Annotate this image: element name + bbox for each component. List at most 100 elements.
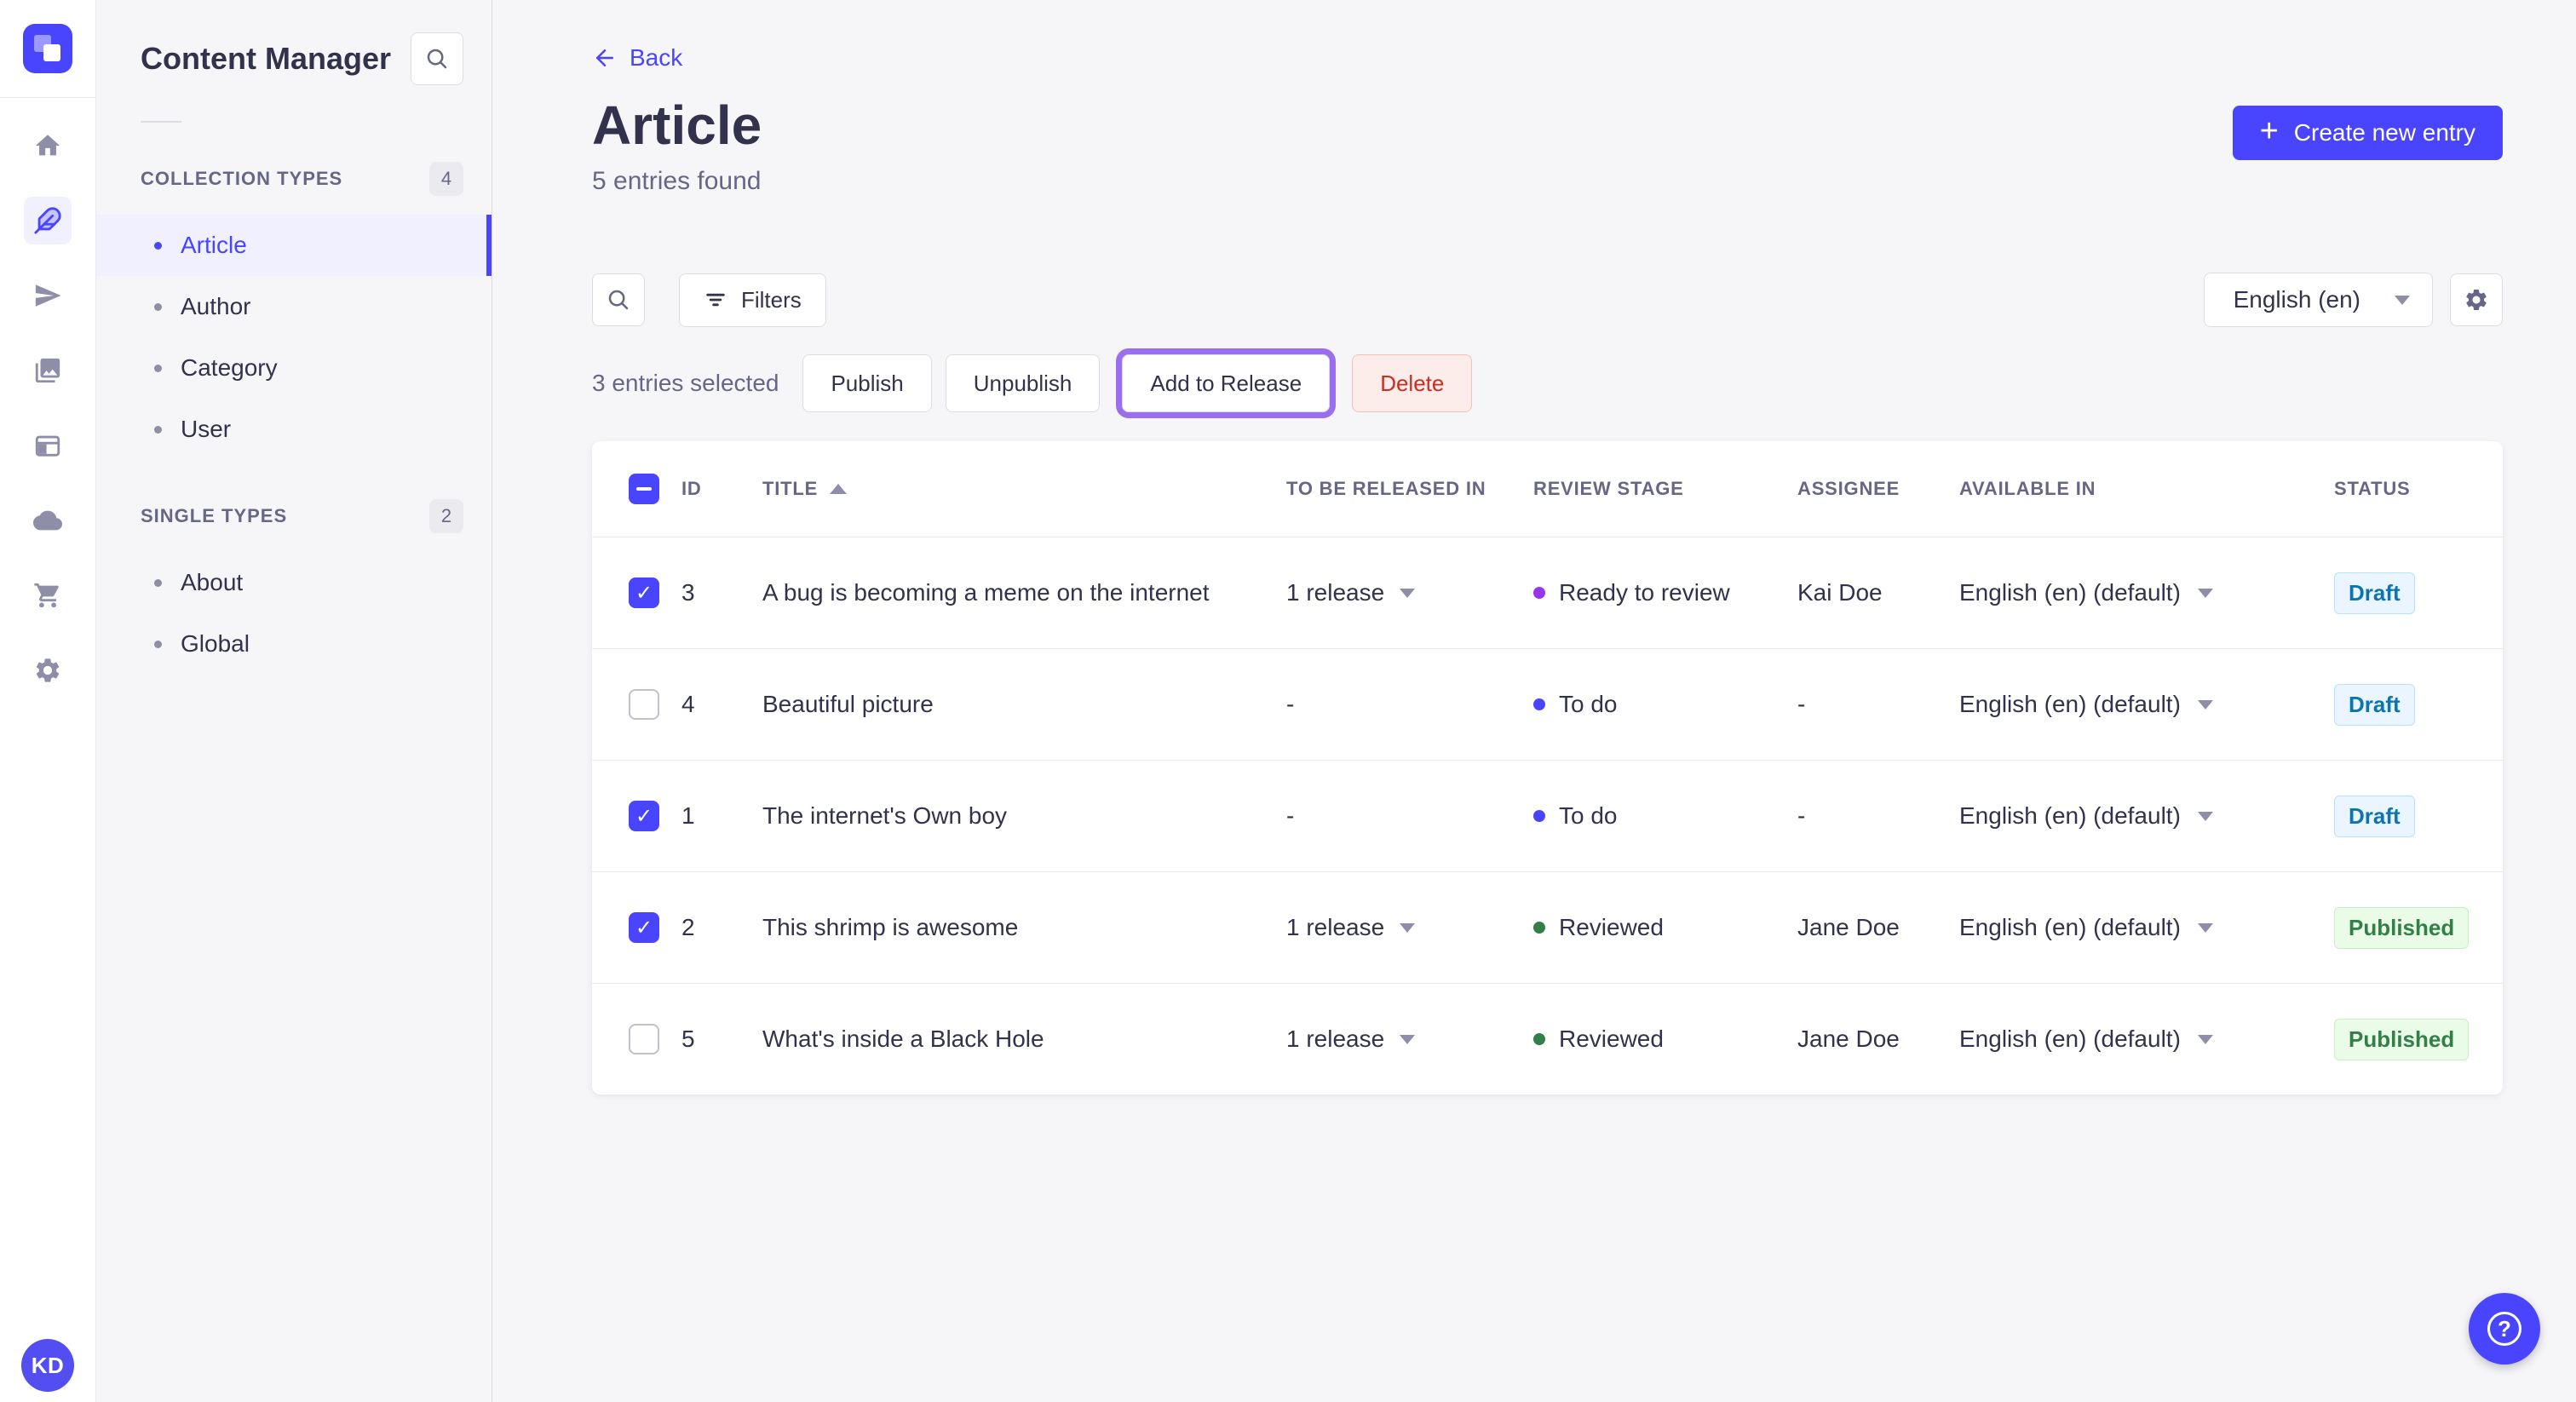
media-library-icon[interactable] <box>24 347 72 394</box>
view-settings-button[interactable] <box>2450 273 2503 326</box>
bullet-icon <box>154 425 162 434</box>
row-checkbox[interactable] <box>629 1024 659 1054</box>
collection-types-count-badge: 4 <box>429 162 463 196</box>
question-mark-icon: ? <box>2487 1312 2521 1346</box>
chevron-down-icon <box>1400 1034 1416 1044</box>
create-new-entry-button[interactable]: + Create new entry <box>2232 106 2503 160</box>
table-row[interactable]: 5 What's inside a Black Hole 1 release R… <box>592 983 2503 1095</box>
column-header-title[interactable]: TITLE <box>762 478 1286 500</box>
strapi-logo[interactable] <box>23 24 72 73</box>
search-icon <box>427 49 447 69</box>
row-checkbox[interactable] <box>629 689 659 720</box>
column-header-id: ID <box>681 478 702 499</box>
column-header-available: AVAILABLE IN <box>1959 478 2096 499</box>
table-row[interactable]: 1 The internet's Own boy - To do - Engli… <box>592 760 2503 871</box>
sidebar-item-author[interactable]: Author <box>96 276 492 337</box>
column-header-release: TO BE RELEASED IN <box>1286 478 1486 499</box>
cell-release[interactable]: 1 release <box>1286 579 1533 606</box>
selected-count-text: 3 entries selected <box>592 370 779 396</box>
status-badge: Draft <box>2334 683 2415 726</box>
chevron-down-icon <box>2197 1034 2213 1044</box>
bullet-icon <box>154 364 162 372</box>
table-row[interactable]: 3 A bug is becoming a meme on the intern… <box>592 537 2503 648</box>
nav-rail: KD <box>0 0 96 1402</box>
sidebar-item-article[interactable]: Article <box>96 215 492 276</box>
column-header-stage: REVIEW STAGE <box>1533 478 1684 499</box>
cell-available-in[interactable]: English (en) (default) <box>1951 1026 2326 1053</box>
cell-title: This shrimp is awesome <box>762 914 1019 940</box>
delete-button[interactable]: Delete <box>1352 354 1473 412</box>
cell-title: The internet's Own boy <box>762 802 1008 829</box>
publish-button[interactable]: Publish <box>802 354 932 412</box>
table-body: 3 A bug is becoming a meme on the intern… <box>592 537 2503 1095</box>
add-to-release-button[interactable]: Add to Release <box>1122 354 1331 412</box>
back-link[interactable]: Back <box>592 44 682 72</box>
cell-title: Beautiful picture <box>762 691 934 717</box>
select-all-checkbox[interactable] <box>629 474 659 504</box>
cell-review-stage: To do <box>1533 802 1797 830</box>
status-badge: Published <box>2334 1018 2470 1060</box>
page-title: Article <box>592 95 762 156</box>
cell-assignee: - <box>1797 691 1806 717</box>
sidebar-item-about[interactable]: About <box>96 552 492 613</box>
unpublish-button[interactable]: Unpublish <box>945 354 1101 412</box>
cell-release[interactable]: - <box>1286 802 1533 830</box>
cell-title: A bug is becoming a meme on the internet <box>762 579 1210 606</box>
row-checkbox[interactable] <box>629 912 659 943</box>
cell-id: 3 <box>681 579 695 606</box>
filters-button[interactable]: Filters <box>679 273 826 327</box>
cell-id: 1 <box>681 802 695 829</box>
cloud-icon[interactable] <box>24 497 72 544</box>
locale-select[interactable]: English (en) <box>2203 273 2433 327</box>
releases-icon[interactable] <box>24 272 72 319</box>
settings-gear-icon[interactable] <box>24 646 72 694</box>
sidebar-item-user[interactable]: User <box>96 399 492 460</box>
table-search-button[interactable] <box>592 273 645 326</box>
help-button[interactable]: ? <box>2469 1293 2540 1365</box>
cell-assignee: Kai Doe <box>1797 579 1883 606</box>
single-types-count-badge: 2 <box>429 499 463 533</box>
search-icon <box>608 290 629 310</box>
chevron-down-icon <box>1400 588 1416 598</box>
chevron-down-icon <box>2395 295 2410 305</box>
filter-icon <box>706 293 725 307</box>
content-manager-sidebar: Content Manager COLLECTION TYPES 4 Artic… <box>96 0 492 1402</box>
cell-release[interactable]: 1 release <box>1286 914 1533 941</box>
status-badge: Draft <box>2334 795 2415 837</box>
table-row[interactable]: 2 This shrimp is awesome 1 release Revie… <box>592 871 2503 983</box>
cell-available-in[interactable]: English (en) (default) <box>1951 914 2326 941</box>
marketplace-cart-icon[interactable] <box>24 572 72 619</box>
table-row[interactable]: 4 Beautiful picture - To do - English (e… <box>592 648 2503 760</box>
sidebar-search-button[interactable] <box>411 32 463 85</box>
user-avatar[interactable]: KD <box>21 1339 74 1392</box>
cell-available-in[interactable]: English (en) (default) <box>1951 691 2326 718</box>
row-checkbox[interactable] <box>629 577 659 608</box>
stage-dot-icon <box>1533 1033 1545 1045</box>
chevron-down-icon <box>2197 922 2213 933</box>
sidebar-item-category[interactable]: Category <box>96 337 492 399</box>
collection-types-list: Article Author Category User <box>96 215 492 460</box>
home-icon[interactable] <box>24 122 72 170</box>
entries-count: 5 entries found <box>592 167 762 195</box>
table-header-row: ID TITLE TO BE RELEASED IN REVIEW STAGE … <box>592 441 2503 537</box>
cell-available-in[interactable]: English (en) (default) <box>1951 579 2326 606</box>
cell-release[interactable]: - <box>1286 691 1533 718</box>
cell-available-in[interactable]: English (en) (default) <box>1951 802 2326 830</box>
plus-icon: + <box>2259 113 2279 149</box>
single-types-label: SINGLE TYPES <box>141 505 288 526</box>
row-checkbox[interactable] <box>629 801 659 831</box>
content-type-builder-icon[interactable] <box>24 422 72 469</box>
cell-assignee: Jane Doe <box>1797 914 1900 940</box>
cell-id: 5 <box>681 1026 695 1052</box>
gear-icon <box>2466 290 2487 310</box>
sidebar-item-global[interactable]: Global <box>96 613 492 675</box>
collection-types-label: COLLECTION TYPES <box>141 168 343 189</box>
cell-id: 4 <box>681 691 695 717</box>
chevron-down-icon <box>2197 811 2213 821</box>
cell-release[interactable]: 1 release <box>1286 1026 1533 1053</box>
stage-dot-icon <box>1533 810 1545 822</box>
content-manager-icon[interactable] <box>24 197 72 244</box>
cell-title: What's inside a Black Hole <box>762 1026 1044 1052</box>
single-types-list: About Global <box>96 552 492 675</box>
sidebar-title: Content Manager <box>141 41 392 76</box>
